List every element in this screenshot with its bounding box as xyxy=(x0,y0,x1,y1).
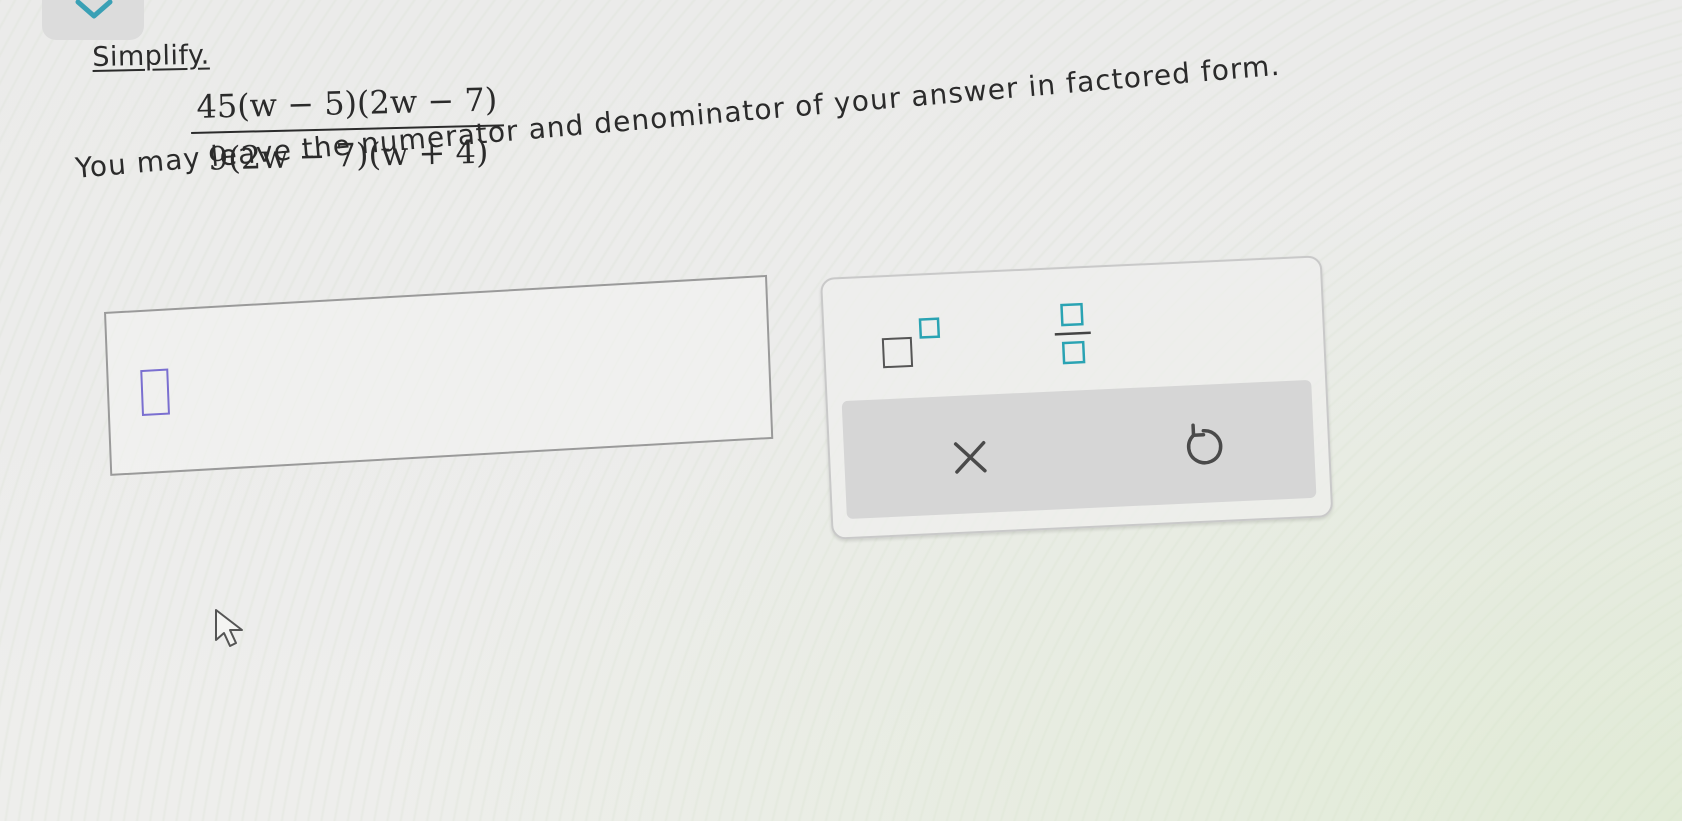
fraction-button[interactable] xyxy=(1041,297,1104,372)
undo-icon xyxy=(1186,423,1223,465)
superscript-button[interactable] xyxy=(876,314,959,378)
collapse-tab[interactable] xyxy=(42,0,144,40)
answer-input[interactable] xyxy=(104,274,774,476)
answer-slot[interactable] xyxy=(140,368,170,417)
undo-button[interactable] xyxy=(1179,420,1229,472)
mouse-pointer-icon xyxy=(212,606,252,654)
clear-button[interactable] xyxy=(945,432,995,482)
fraction-icon xyxy=(1054,302,1091,365)
clear-icon xyxy=(953,440,987,474)
superscript-icon xyxy=(881,317,941,369)
math-palette xyxy=(820,255,1334,540)
chevron-down-icon xyxy=(75,0,113,19)
action-bar xyxy=(841,379,1317,520)
instruction-title: Simplify. xyxy=(92,39,210,73)
